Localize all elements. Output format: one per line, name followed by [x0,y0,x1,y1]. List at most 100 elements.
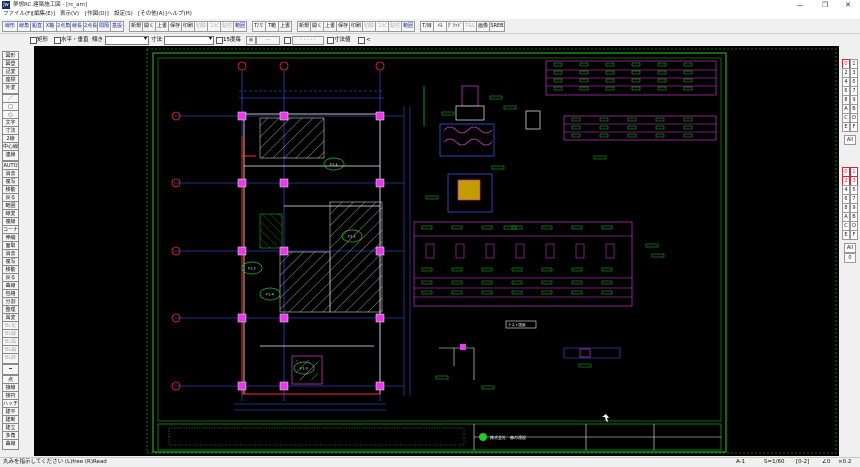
menu-other[interactable]: [その他(A)] [138,10,167,19]
toolbar-button[interactable]: 間隔 [97,21,111,32]
menu-file[interactable]: ファイル(F) [3,10,32,19]
toolbar-button[interactable]: ｸﾞﾘｯﾄﾞ [446,21,464,32]
hv-label: 水平・垂直 [61,37,89,43]
toolbar-button[interactable]: ﾒﾓ [433,21,447,32]
toolbar-button[interactable]: コピ [207,21,221,32]
app-icon: Jw [2,1,10,9]
lt-checkbox[interactable] [358,37,365,44]
toolbar-button[interactable]: T範 [265,21,279,32]
aux-checkbox[interactable] [284,37,291,44]
menu-edit[interactable]: [編集(E)] [32,10,55,19]
table-cell [683,70,693,75]
menu-settings[interactable]: 設定(S) [114,10,133,19]
toolbar-button[interactable]: 印刷 [181,21,195,32]
aux-value[interactable]: - - - - - [292,36,324,45]
toolbar-button[interactable]: 開く [142,21,156,32]
toolbar-button[interactable]: 2点長 [83,21,98,32]
menu-help[interactable]: ヘルプ(H) [167,10,192,19]
table-cell [631,78,641,83]
company-name: 株式会社 森の建設 [490,434,526,440]
toolbar-button[interactable]: T/ミ [252,21,266,32]
table-cell [481,385,495,390]
menu-bar: ファイル(F) [編集(E)] 表示(V) [作図(D)] 設定(S) [その他… [0,10,860,19]
table-cell [481,225,493,230]
table-cell [541,267,553,272]
toolbar-button[interactable]: 切取 [362,21,376,32]
toolbar-button[interactable]: 上書 [278,21,292,32]
group-zero-button[interactable]: 0 [844,253,856,263]
deg15-checkbox[interactable] [216,37,223,44]
group-button[interactable]: F [850,230,858,240]
dim-combo[interactable] [164,35,214,45]
menu-view[interactable]: 表示(V) [60,10,79,19]
cad-drawing: F1-1 F1-2 F1-3 F1-4 F2-1 株式会社 森の建設 テスト図面 [146,48,837,454]
table-cell [481,290,493,295]
table-cell [683,125,693,130]
table-cell [683,78,693,83]
maximize-button[interactable]: ❐ [815,0,835,10]
toolbar-button[interactable]: 貼付 [388,21,402,32]
toolbar-button[interactable]: 鉛直 [30,21,44,32]
toolbar-button[interactable]: 線形 [2,21,18,32]
all-groups-button[interactable]: All [844,243,856,253]
minimize-button[interactable]: — [790,0,810,10]
toolbar-button[interactable]: 線長 [70,21,84,32]
toolbar-button[interactable]: 新規 [129,21,143,32]
pick-button[interactable]: ● [246,36,256,45]
table-cell [631,86,641,91]
table-cell [655,117,665,122]
table-cell [571,267,583,272]
table-cell [657,62,667,67]
toolbar-button[interactable]: 上書 [155,21,169,32]
table-cell [657,86,667,91]
menu-draw[interactable]: [作図(D)] [85,10,109,19]
tilt-combo[interactable] [105,35,149,45]
table-cell [605,62,615,67]
rect-checkbox[interactable] [30,37,37,44]
table-cell [545,243,555,259]
toolbar-button[interactable]: SREB [489,21,505,32]
toolbar-button[interactable]: 新規 [297,21,311,32]
layer-button[interactable]: E [842,122,850,132]
toolbar-button[interactable]: 貼付 [220,21,234,32]
toolbar-button[interactable]: 画像 [476,21,490,32]
table-cell [451,267,463,272]
palette-button[interactable]: 連線 [2,150,19,161]
toolbar-button[interactable]: 範囲 [401,21,415,32]
palette-button[interactable]: 曲線 [2,439,19,450]
palette-button[interactable]: 外変 [2,83,19,94]
toolbar-button[interactable]: T&L [463,21,477,32]
toolbar-button[interactable]: 印刷 [349,21,363,32]
section-detail [423,85,541,213]
toolbar-button[interactable]: 線角 [17,21,31,32]
table-cell [553,86,563,91]
toolbar-button[interactable]: 保存 [168,21,182,32]
toolbar-button[interactable]: コピ [375,21,389,32]
table-cell [683,133,693,138]
toolbar-button[interactable]: 切取 [194,21,208,32]
all-layers-button[interactable]: All [844,135,856,145]
dimval-checkbox[interactable] [327,37,334,44]
value-button[interactable]: --- [256,36,280,45]
group-button[interactable]: E [842,230,850,240]
toolbar-button[interactable]: T/目 [420,21,434,32]
title-bar: Jw 夢想RC.建築施工図 - [rc_am] — ❐ ✕ [0,0,860,10]
toolbar-button[interactable]: 範囲 [233,21,247,32]
table-cell [655,133,665,138]
title-block [157,423,722,451]
rect-label: 矩形 [37,37,49,43]
close-button[interactable]: ✕ [838,0,858,10]
table-cell [627,133,637,138]
palette-button[interactable]: ━ [2,364,19,375]
layer-button[interactable]: F [850,122,858,132]
toolbar-button[interactable]: 基設 [110,21,124,32]
toolbar-button[interactable]: 開く [310,21,324,32]
table-cell [515,243,525,259]
toolbar-button[interactable]: X軸 [43,21,57,32]
toolbar-button[interactable]: 2点角 [56,21,71,32]
palette-button[interactable]: BL終 [2,353,19,364]
hv-checkbox[interactable] [54,37,61,44]
toolbar-button[interactable]: 上書 [323,21,337,32]
toolbar-button[interactable]: 保存 [336,21,350,32]
drawing-canvas[interactable]: F1-1 F1-2 F1-3 F1-4 F2-1 株式会社 森の建設 テスト図面 [34,46,839,456]
